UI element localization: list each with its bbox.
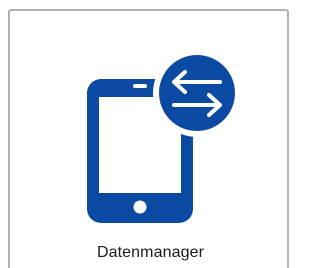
datenmanager-tile[interactable]: Datenmanager [8,9,289,268]
tile-label: Datenmanager [96,244,205,261]
tablet-sync-icon [87,49,239,223]
sync-arrows-icon [153,49,239,137]
page: Datenmanager [0,0,298,268]
